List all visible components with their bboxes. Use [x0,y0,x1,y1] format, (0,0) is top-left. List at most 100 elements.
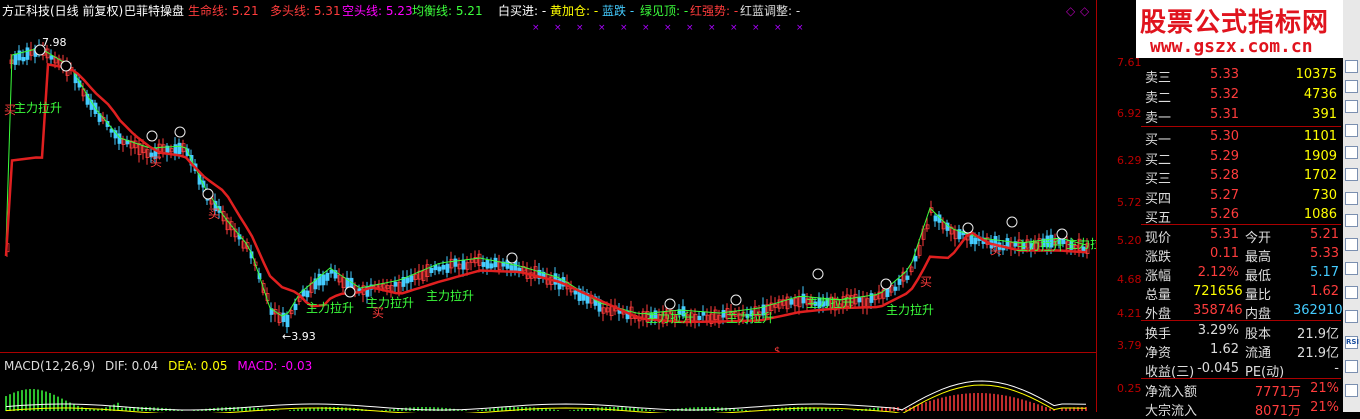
stat-value: 1.62 [1310,284,1339,299]
buy-signal-tag: 主力拉升 [14,100,62,115]
stats-icon[interactable] [1345,168,1358,181]
quote-volume: 391 [1312,107,1337,122]
stat-value: 1.62 [1210,342,1239,357]
line-icon[interactable] [1345,80,1358,93]
signal-badge [664,298,676,310]
quote-volume: 1909 [1303,148,1337,164]
macd-title: MACD(12,26,9) DIF: 0.04 DEA: 0.05 MACD: … [4,359,312,373]
watermark-url: www.gszx.com.cn [1150,36,1313,57]
quote-label: 买二 [1145,152,1172,168]
stat-label: 净资 [1145,346,1172,361]
signal-x-marker: × [642,23,650,33]
candle-body [553,273,558,285]
bars-icon[interactable] [1345,146,1358,159]
candle-body [897,278,902,285]
watermark-title: 股票公式指标网 [1140,8,1330,38]
settings-icon[interactable] [1345,360,1358,373]
quote-price: 5.33 [1210,67,1239,82]
sell-level-row[interactable]: 卖二 5.32 4736 [1141,86,1341,106]
window-icon[interactable] [1345,214,1358,227]
signal-badge [174,126,186,138]
buy-level-row[interactable]: 买一 5.30 1101 [1141,128,1341,148]
kline-icon[interactable] [1345,262,1358,275]
kline-chart[interactable]: 主力拉升主力拉升主力拉升主力拉升主力拉升主力拉升主力拉升主力拉升主力拉升主力拉升… [0,22,1097,352]
chart-close-icon[interactable]: ◇ [1080,4,1089,18]
compare-icon[interactable] [1345,192,1358,205]
buy-signal-tag: 主力拉升 [426,288,474,303]
stat-value: - [1334,361,1339,376]
signal-badge [730,294,742,306]
candle-body [489,263,494,269]
candle-body [905,275,910,280]
buy-level-row[interactable]: 买三 5.28 1702 [1141,167,1341,187]
price-tick: 4.68 [1117,273,1142,286]
buy-level-row[interactable]: 买五 5.26 1086 [1141,206,1341,226]
quote-volume: 10375 [1295,67,1337,82]
trend-icon[interactable] [1345,100,1358,113]
candle-body [393,281,398,287]
flow-pct: 21% [1310,381,1339,396]
layout-icon[interactable] [1345,286,1358,299]
stat-value: 5.17 [1310,265,1339,280]
long-line-label: 多头线: 5.31 [270,4,341,18]
buy-level-row[interactable]: 买四 5.27 730 [1141,187,1341,207]
stat-label: 涨跌 [1145,250,1172,265]
stat-value: 2.12% [1197,265,1239,280]
macd-panel[interactable]: MACD(12,26,9) DIF: 0.04 DEA: 0.05 MACD: … [0,352,1096,413]
signal-badge [962,222,974,234]
stat-label: 最高 [1245,250,1272,265]
price-tick: 6.92 [1117,107,1142,120]
chart-icon[interactable] [1345,60,1358,73]
quote-volume: 4736 [1303,87,1337,102]
candle-body [913,255,918,262]
sell-level-row[interactable]: 卖一 5.31 391 [1141,106,1341,126]
buy-signal-tag: 主力拉升 [646,310,694,325]
chart-title-bar: 方正科技(日线 前复权) 巴菲特操盘 生命线: 5.21 多头线: 5.31 空… [0,0,1096,22]
signal-x-marker: × [796,23,804,33]
more-icon[interactable] [1345,384,1358,397]
signal-badge [1056,228,1068,240]
zoom-icon[interactable] [1345,310,1358,323]
flow-value: 8071万 [1254,404,1301,419]
stat-label: 流通 [1245,346,1272,361]
stat-label: 现价 [1145,231,1172,246]
buy-signal-tag: 主力拉升 [726,310,774,325]
stock-title[interactable]: 方正科技(日线 前复权) [2,4,123,18]
buy-level-row[interactable]: 买二 5.29 1909 [1141,148,1341,168]
candle-body [433,264,438,271]
quote-volume: 1702 [1303,168,1337,183]
candle-body [321,274,326,286]
flow-row: 大宗流入 8071万 21% [1141,399,1341,419]
candle-body [25,47,30,60]
signal-adjust: 红蓝调整: - [740,4,801,18]
signal-x-marker: × [576,23,584,33]
candle-body [17,50,22,61]
dif-line [5,380,1087,411]
candle-body [293,303,298,311]
buy-signal-tag: 主力拉升 [306,300,354,315]
buy-signal-tag: 主力拉升 [1066,236,1096,251]
candle-body [933,215,938,222]
side-toolbar: RSI [1343,0,1360,412]
grid-icon[interactable] [1345,124,1358,137]
stat-label: 量比 [1245,288,1272,303]
signal-x-marker: × [774,23,782,33]
macd-label[interactable]: MACD(12,26,9) [4,359,95,373]
stat-value: 358746 [1193,303,1243,318]
sell-level-row[interactable]: 卖三 5.33 10375 [1141,66,1341,86]
signal-red-strong: 红强势: - [690,4,739,18]
indicator-name[interactable]: 巴菲特操盘 [124,4,184,18]
candle-body [973,237,978,245]
rsi-icon[interactable]: RSI [1345,336,1359,349]
chart-diamond-icon[interactable]: ◇ [1066,4,1075,18]
buy-mark: 买 [208,207,220,221]
balance-line-label: 均衡线: 5.21 [412,4,483,18]
stat-value: 362910 [1293,303,1343,318]
price-tick: 5.20 [1117,234,1142,247]
quote-price: 5.31 [1210,107,1239,122]
buy-signal-tag: 主力拉升 [886,302,934,317]
flow-row: 净流入额 7771万 21% [1141,380,1341,400]
low-price-label: ←3.93 [282,330,316,343]
export-icon[interactable] [1345,238,1358,251]
stat-row: 外盘 358746 内盘 362910 [1141,302,1343,322]
